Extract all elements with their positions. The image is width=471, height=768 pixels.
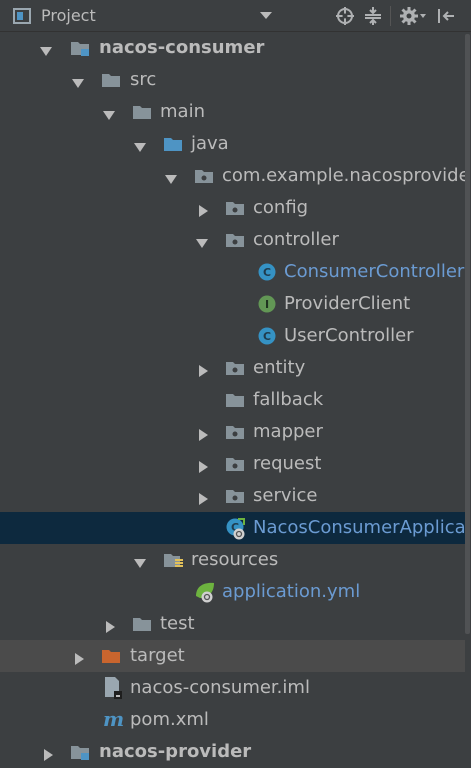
interface-icon: I bbox=[257, 295, 277, 313]
gear-icon[interactable] bbox=[398, 0, 428, 32]
package-icon bbox=[194, 167, 214, 185]
tree-label: target bbox=[130, 645, 185, 666]
dropdown-arrow-icon[interactable] bbox=[258, 0, 274, 32]
tree-label: service bbox=[253, 485, 318, 506]
tree-label: ConsumerController bbox=[284, 261, 465, 282]
tree-label: controller bbox=[253, 229, 339, 250]
tree-row-nacos-provider[interactable]: nacos-provider bbox=[0, 736, 465, 768]
tree-row-iml-file[interactable]: nacos-consumer.iml bbox=[0, 672, 465, 704]
tree-row-provider-client[interactable]: I ProviderClient bbox=[0, 288, 465, 320]
tree-label: src bbox=[130, 69, 157, 90]
package-icon bbox=[225, 455, 245, 473]
tree-row-main[interactable]: main bbox=[0, 96, 465, 128]
collapsed-arrow-icon[interactable] bbox=[104, 618, 116, 633]
tree-row-src[interactable]: src bbox=[0, 64, 465, 96]
collapsed-arrow-icon[interactable] bbox=[197, 426, 209, 441]
spring-boot-class-icon: C bbox=[225, 517, 249, 541]
scrollbar-thumb[interactable] bbox=[465, 34, 470, 634]
collapsed-arrow-icon[interactable] bbox=[73, 650, 85, 665]
expanded-arrow-icon[interactable] bbox=[196, 234, 208, 248]
tree-label: application.yml bbox=[222, 581, 361, 602]
interface-badge-letter: I bbox=[265, 298, 269, 311]
tree-row-consumer-controller[interactable]: C ConsumerController bbox=[0, 256, 465, 288]
tree-label: pom.xml bbox=[130, 709, 209, 730]
tree-row-fallback[interactable]: fallback bbox=[0, 384, 465, 416]
tree-row-application-yml[interactable]: application.yml bbox=[0, 576, 465, 608]
module-folder-icon bbox=[70, 743, 90, 761]
tree-row-service[interactable]: service bbox=[0, 480, 465, 512]
class-badge-letter: C bbox=[263, 330, 271, 343]
class-badge-letter: C bbox=[263, 266, 271, 279]
class-icon: C bbox=[257, 263, 277, 281]
tree-label: config bbox=[253, 197, 309, 218]
tree-label: NacosConsumerApplicat bbox=[253, 517, 471, 538]
tree-row-controller[interactable]: controller bbox=[0, 224, 465, 256]
tree-row-request[interactable]: request bbox=[0, 448, 465, 480]
tree-label: fallback bbox=[253, 389, 324, 410]
project-panel-header: Project bbox=[0, 0, 471, 32]
maven-pom-icon: m bbox=[101, 707, 125, 731]
header-divider bbox=[390, 6, 391, 26]
tree-row-nacos-consumer[interactable]: nacos-consumer bbox=[0, 32, 465, 64]
folder-icon bbox=[132, 615, 152, 633]
panel-title[interactable]: Project bbox=[41, 6, 96, 25]
expanded-arrow-icon[interactable] bbox=[134, 138, 146, 152]
class-icon: C bbox=[257, 327, 277, 345]
tree-label: request bbox=[253, 453, 322, 474]
package-icon bbox=[225, 423, 245, 441]
tree-row-target[interactable]: target bbox=[0, 640, 465, 672]
expanded-arrow-icon[interactable] bbox=[134, 554, 146, 568]
tree-label: ProviderClient bbox=[284, 293, 411, 314]
package-icon bbox=[225, 391, 245, 409]
hide-panel-icon[interactable] bbox=[434, 0, 458, 32]
package-icon bbox=[225, 359, 245, 377]
collapsed-arrow-icon[interactable] bbox=[197, 362, 209, 377]
expanded-arrow-icon[interactable] bbox=[103, 106, 115, 120]
tree-row-package[interactable]: com.example.nacosprovider bbox=[0, 160, 471, 192]
tree-label: nacos-consumer.iml bbox=[130, 677, 310, 698]
package-icon bbox=[225, 231, 245, 249]
spring-config-icon bbox=[194, 580, 218, 604]
tree-row-resources[interactable]: resources bbox=[0, 544, 465, 576]
collapsed-arrow-icon[interactable] bbox=[197, 490, 209, 505]
tree-row-mapper[interactable]: mapper bbox=[0, 416, 465, 448]
collapse-all-icon[interactable] bbox=[362, 0, 384, 32]
tree-row-test[interactable]: test bbox=[0, 608, 465, 640]
project-view-icon[interactable] bbox=[12, 0, 34, 32]
locate-target-icon[interactable] bbox=[334, 0, 356, 32]
project-tree[interactable]: nacos-consumer src main java com.example… bbox=[0, 32, 471, 768]
tree-label: resources bbox=[191, 549, 279, 570]
tree-label: main bbox=[160, 101, 205, 122]
tree-row-java[interactable]: java bbox=[0, 128, 465, 160]
tree-label: mapper bbox=[253, 421, 323, 442]
package-icon bbox=[225, 487, 245, 505]
tree-label: test bbox=[160, 613, 195, 634]
collapsed-arrow-icon[interactable] bbox=[197, 202, 209, 217]
folder-icon bbox=[101, 71, 121, 89]
collapsed-arrow-icon[interactable] bbox=[42, 746, 54, 761]
tree-label: entity bbox=[253, 357, 306, 378]
tree-row-pom-xml[interactable]: m pom.xml bbox=[0, 704, 465, 736]
maven-glyph: m bbox=[103, 707, 124, 731]
folder-icon bbox=[132, 103, 152, 121]
tree-label: com.example.nacosprovider bbox=[222, 165, 471, 186]
tree-row-config[interactable]: config bbox=[0, 192, 465, 224]
tree-row-user-controller[interactable]: C UserController bbox=[0, 320, 465, 352]
package-icon bbox=[225, 199, 245, 217]
tree-label: java bbox=[191, 133, 229, 154]
source-folder-icon bbox=[163, 135, 183, 153]
expanded-arrow-icon[interactable] bbox=[165, 170, 177, 184]
tree-row-entity[interactable]: entity bbox=[0, 352, 465, 384]
module-folder-icon bbox=[70, 39, 90, 57]
iml-file-icon bbox=[103, 676, 123, 700]
tree-row-application-class[interactable]: C NacosConsumerApplicat bbox=[0, 512, 471, 544]
tree-label: nacos-consumer bbox=[99, 37, 265, 58]
expanded-arrow-icon[interactable] bbox=[72, 74, 84, 88]
tree-label: nacos-provider bbox=[99, 741, 252, 762]
expanded-arrow-icon[interactable] bbox=[40, 42, 52, 56]
collapsed-arrow-icon[interactable] bbox=[197, 458, 209, 473]
resources-folder-icon bbox=[163, 551, 183, 569]
excluded-folder-icon bbox=[101, 647, 121, 665]
tree-label: UserController bbox=[284, 325, 414, 346]
